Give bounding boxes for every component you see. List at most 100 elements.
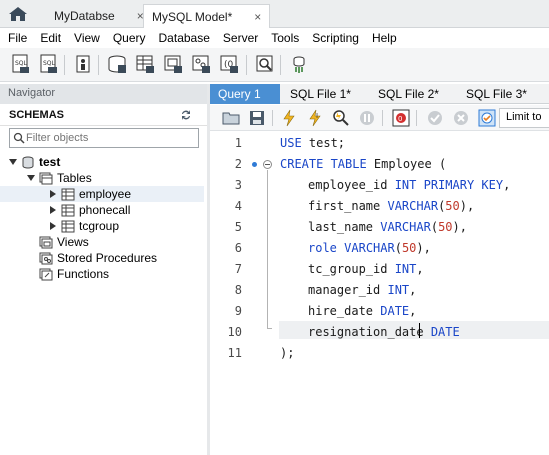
tab-mysql-model[interactable]: MySQL Model* × <box>143 4 271 28</box>
menu-server[interactable]: Server <box>217 31 265 45</box>
sql-keyword: VARCHAR <box>387 199 439 213</box>
menu-help[interactable]: Help <box>366 31 404 45</box>
menu-edit[interactable]: Edit <box>34 31 68 45</box>
sql-text: ), <box>452 220 467 234</box>
table-item-tcgroup[interactable]: tcgroup <box>49 218 119 234</box>
toolbar-separator <box>416 110 417 126</box>
table-label: tcgroup <box>79 219 120 233</box>
tab-mydatabse[interactable]: MyDatabse × <box>46 4 152 28</box>
toolbar-separator <box>64 55 65 75</box>
schema-test[interactable]: test <box>9 154 60 170</box>
chevron-down-icon[interactable] <box>27 174 35 182</box>
create-procedure-icon[interactable] <box>190 53 212 75</box>
statement-marker <box>252 162 257 167</box>
sql-text: ( <box>394 241 402 255</box>
stop-icon[interactable] <box>358 109 376 127</box>
fold-toggle-icon[interactable] <box>263 160 272 169</box>
toolbar-separator <box>382 110 383 126</box>
views-group[interactable]: Views <box>39 234 89 250</box>
sql-number: 50 <box>438 220 453 234</box>
functions-group[interactable]: Functions <box>39 266 109 282</box>
views-folder-icon <box>39 236 53 248</box>
table-item-phonecall[interactable]: phonecall <box>49 202 130 218</box>
svg-text:SQL: SQL <box>15 60 28 67</box>
tab-sql-file-3[interactable]: SQL File 3* <box>458 84 549 104</box>
new-sql-tab-icon[interactable]: SQL <box>10 53 32 75</box>
close-icon[interactable]: × <box>254 10 261 24</box>
reconnect-icon[interactable] <box>288 53 310 75</box>
line-number: 2 <box>234 157 242 171</box>
chevron-right-icon[interactable] <box>49 206 57 214</box>
create-schema-icon[interactable] <box>106 53 128 75</box>
sql-text: , <box>416 262 424 276</box>
fold-guide-end <box>267 328 272 329</box>
schema-label: test <box>39 155 61 169</box>
sql-number: 50 <box>445 199 460 213</box>
document-tab-strip: MyDatabse × MySQL Model* × <box>0 0 549 28</box>
execute-current-icon[interactable]: I <box>306 109 324 127</box>
line-number: 8 <box>234 283 242 297</box>
inspector-icon[interactable] <box>72 53 94 75</box>
line-number: 9 <box>234 304 242 318</box>
menu-tools[interactable]: Tools <box>265 31 306 45</box>
chevron-right-icon[interactable] <box>49 190 57 198</box>
code-line-2: CREATE TABLE Employee ( <box>280 157 446 171</box>
tables-group[interactable]: Tables <box>27 170 92 186</box>
open-sql-script-icon[interactable]: SQL <box>38 53 60 75</box>
chevron-right-icon[interactable] <box>49 222 57 230</box>
filter-objects-input[interactable] <box>26 130 196 146</box>
procedures-folder-icon <box>39 252 53 264</box>
tab-label: Query 1 <box>218 87 261 101</box>
open-folder-icon[interactable] <box>222 109 240 127</box>
create-view-icon[interactable] <box>162 53 184 75</box>
tab-label: SQL File 3* <box>466 87 527 101</box>
tab-label: SQL File 1* <box>290 87 351 101</box>
tab-sql-file-1[interactable]: SQL File 1* <box>282 84 370 104</box>
save-icon[interactable] <box>248 109 266 127</box>
menu-scripting[interactable]: Scripting <box>306 31 366 45</box>
sql-text: , <box>409 283 417 297</box>
sql-editor[interactable]: 1 2 3 4 5 6 7 8 9 10 11 USE test; CREATE… <box>210 132 549 455</box>
sql-text: Employee ( <box>366 157 447 171</box>
stored-procedures-group[interactable]: Stored Procedures <box>39 250 157 266</box>
table-item-employee[interactable]: employee <box>0 186 204 202</box>
tab-query-1[interactable]: Query 1 <box>210 84 280 104</box>
chevron-down-icon[interactable] <box>9 158 17 166</box>
line-number: 10 <box>227 325 242 339</box>
limit-label: Limit to <box>506 111 542 123</box>
execute-icon[interactable] <box>280 109 298 127</box>
refresh-icon[interactable] <box>180 109 192 121</box>
search-table-data-icon[interactable] <box>254 53 276 75</box>
sql-text: , <box>409 304 417 318</box>
create-table-icon[interactable] <box>134 53 156 75</box>
sql-keyword: INT <box>387 283 410 297</box>
tab-label: SQL File 2* <box>378 87 439 101</box>
code-line-6: role VARCHAR(50), <box>308 241 431 255</box>
toggle-errors-icon[interactable]: 0 <box>392 109 410 127</box>
code-line-4: first_name VARCHAR(50), <box>308 199 474 213</box>
home-icon[interactable] <box>7 5 29 23</box>
sql-text: first_name <box>308 199 388 213</box>
sql-keyword: DATE <box>380 304 410 318</box>
tab-sql-file-2[interactable]: SQL File 2* <box>370 84 458 104</box>
fold-guide <box>267 170 268 328</box>
line-number: 11 <box>227 346 242 360</box>
sql-keyword: USE <box>280 136 302 150</box>
sql-text: ); <box>280 346 295 360</box>
code-line-10: resignation_date DATE <box>308 325 460 339</box>
line-number: 1 <box>234 136 242 150</box>
rollback-icon[interactable] <box>452 109 470 127</box>
menu-file[interactable]: File <box>2 31 34 45</box>
menu-database[interactable]: Database <box>153 31 217 45</box>
autocommit-icon[interactable] <box>478 109 496 127</box>
explain-icon[interactable] <box>332 109 350 127</box>
table-label: phonecall <box>79 203 131 217</box>
sql-text: tc_group_id <box>308 262 395 276</box>
main-toolbar: SQL SQL (0 <box>0 48 549 82</box>
create-function-icon[interactable]: (0 <box>218 53 240 75</box>
toolbar-separator <box>272 110 273 126</box>
menu-query[interactable]: Query <box>107 31 153 45</box>
commit-icon[interactable] <box>426 109 444 127</box>
menu-view[interactable]: View <box>68 31 107 45</box>
functions-label: Functions <box>57 267 110 281</box>
